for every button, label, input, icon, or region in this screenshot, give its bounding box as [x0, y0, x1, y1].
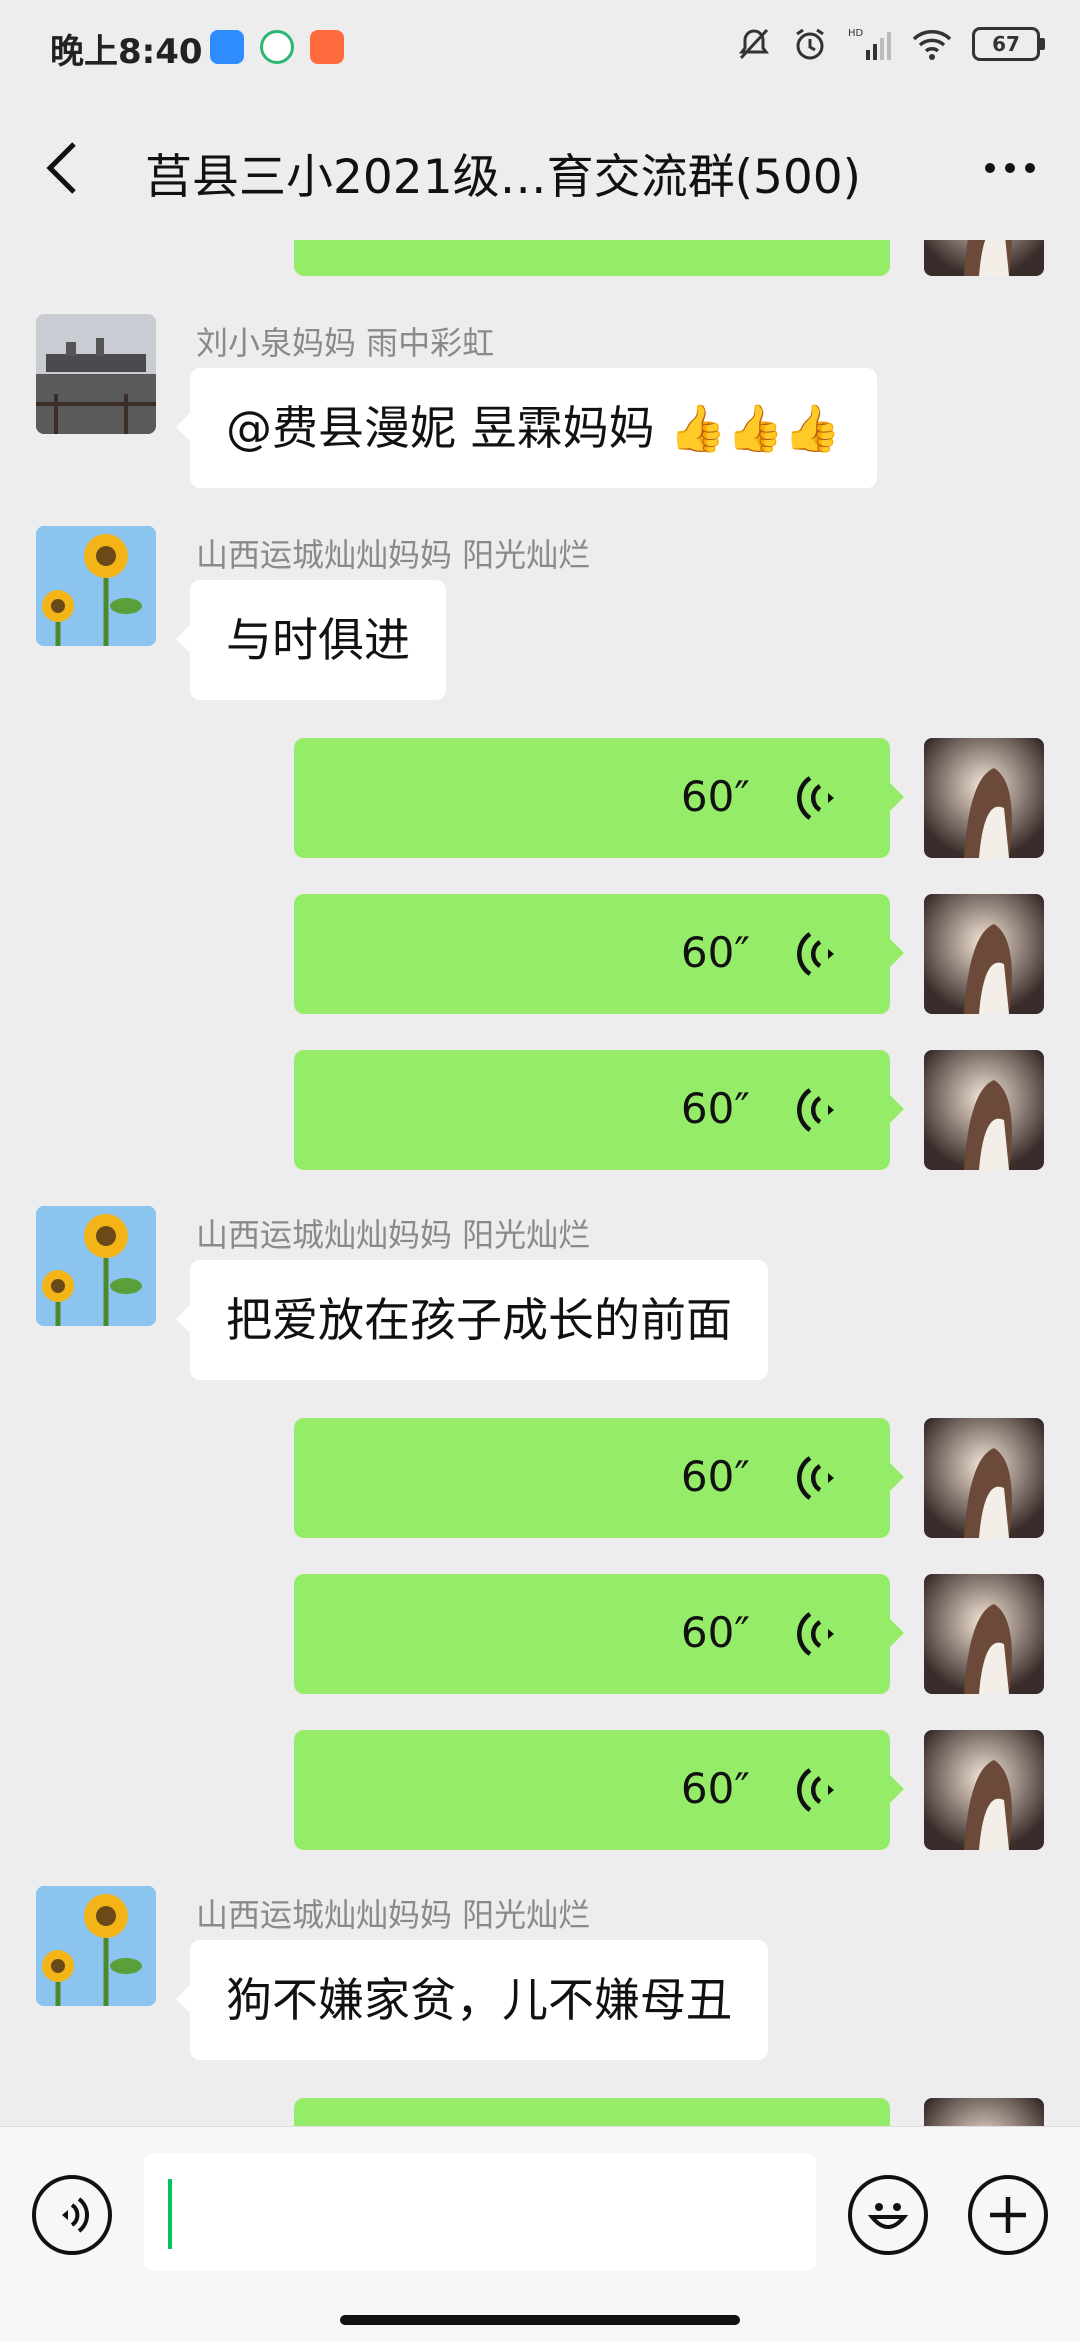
- voice-input-button[interactable]: [32, 2175, 112, 2255]
- voice-duration: 60″: [680, 1764, 750, 1813]
- status-bar: 晚上8:40 HD 67: [0, 0, 1080, 96]
- voice-duration: 60″: [680, 1084, 750, 1133]
- emoji-icon: [867, 2203, 909, 2229]
- sender-avatar[interactable]: [36, 526, 156, 646]
- text-message-bubble[interactable]: 与时俱进: [176, 580, 446, 700]
- voice-message-bubble[interactable]: 60″: [294, 1050, 904, 1170]
- message-input[interactable]: [144, 2153, 816, 2271]
- my-avatar[interactable]: [924, 1418, 1044, 1538]
- app-notification-icon: [260, 30, 294, 64]
- status-icons: HD 67: [736, 26, 1045, 62]
- voice-wave-icon: [797, 932, 834, 976]
- mute-icon: [739, 28, 769, 60]
- chat-header: 莒县三小2021级…育交流群(500): [0, 96, 1080, 240]
- voice-wave-icon: [797, 1456, 834, 1500]
- input-bar: [0, 2126, 1080, 2341]
- voice-wave-icon: [797, 1612, 834, 1656]
- my-avatar[interactable]: [924, 738, 1044, 858]
- text-message-bubble[interactable]: 狗不嫌家贫，儿不嫌母丑: [176, 1940, 768, 2060]
- more-button[interactable]: [970, 136, 1050, 200]
- voice-wave-icon: [797, 776, 834, 820]
- voice-duration: 60″: [680, 928, 750, 977]
- my-avatar[interactable]: [924, 2098, 1044, 2126]
- more-functions-button[interactable]: [968, 2175, 1048, 2255]
- voice-message-bubble[interactable]: 60″: [294, 894, 904, 1014]
- back-button[interactable]: [30, 136, 94, 200]
- status-time: 晚上8:40: [50, 32, 203, 72]
- emoji-button[interactable]: [848, 2175, 928, 2255]
- text-message-bubble[interactable]: 把爱放在孩子成长的前面: [176, 1260, 768, 1380]
- sender-name: 山西运城灿灿妈妈 阳光灿烂: [196, 1216, 591, 1254]
- voice-input-icon: [62, 2197, 89, 2233]
- wifi-icon: [912, 30, 952, 60]
- my-avatar[interactable]: [924, 1050, 1044, 1170]
- voice-message-bubble[interactable]: 60″: [294, 1418, 904, 1538]
- text-cursor: [168, 2179, 172, 2249]
- svg-text:HD: HD: [848, 28, 864, 39]
- sender-avatar[interactable]: [36, 1886, 156, 2006]
- my-avatar[interactable]: [924, 240, 1044, 276]
- sender-avatar[interactable]: [36, 1206, 156, 1326]
- app-notification-icon: [210, 30, 244, 64]
- battery-icon: 67: [972, 27, 1045, 61]
- chat-title: 莒县三小2021级…育交流群(500): [145, 150, 861, 205]
- voice-message-bubble[interactable]: [294, 240, 890, 276]
- plus-icon: [990, 2197, 1026, 2233]
- my-avatar[interactable]: [924, 1574, 1044, 1694]
- my-avatar[interactable]: [924, 894, 1044, 1014]
- voice-message-bubble[interactable]: 60″: [294, 738, 904, 858]
- message-list[interactable]: 刘小泉妈妈 雨中彩虹 @费县漫妮 昱霖妈妈 👍👍👍 山西运城灿灿妈妈 阳光灿烂 …: [0, 240, 1080, 2126]
- my-avatar[interactable]: [924, 1730, 1044, 1850]
- voice-duration: 60″: [680, 1452, 750, 1501]
- voice-message-bubble[interactable]: [294, 2098, 890, 2126]
- more-dots-icon: [1025, 163, 1035, 173]
- app-notification-icon: [310, 30, 344, 64]
- hd-signal-icon: HD: [848, 28, 891, 60]
- voice-wave-icon: [797, 1088, 834, 1132]
- voice-message-bubble[interactable]: 60″: [294, 1574, 904, 1694]
- voice-message-bubble[interactable]: 60″: [294, 1730, 904, 1850]
- more-dots-icon: [985, 163, 995, 173]
- chevron-left-icon: [46, 142, 76, 194]
- sender-name: 山西运城灿灿妈妈 阳光灿烂: [196, 536, 591, 574]
- alarm-icon: [796, 28, 824, 60]
- sender-name: 山西运城灿灿妈妈 阳光灿烂: [196, 1896, 591, 1934]
- more-dots-icon: [1005, 163, 1015, 173]
- sender-name: 刘小泉妈妈 雨中彩虹: [196, 324, 495, 362]
- voice-duration: 60″: [680, 1608, 750, 1657]
- sender-avatar[interactable]: [36, 314, 156, 434]
- home-indicator[interactable]: [340, 2315, 740, 2325]
- voice-duration: 60″: [680, 772, 750, 821]
- voice-wave-icon: [797, 1768, 834, 1812]
- text-message-bubble[interactable]: @费县漫妮 昱霖妈妈 👍👍👍: [175, 368, 878, 488]
